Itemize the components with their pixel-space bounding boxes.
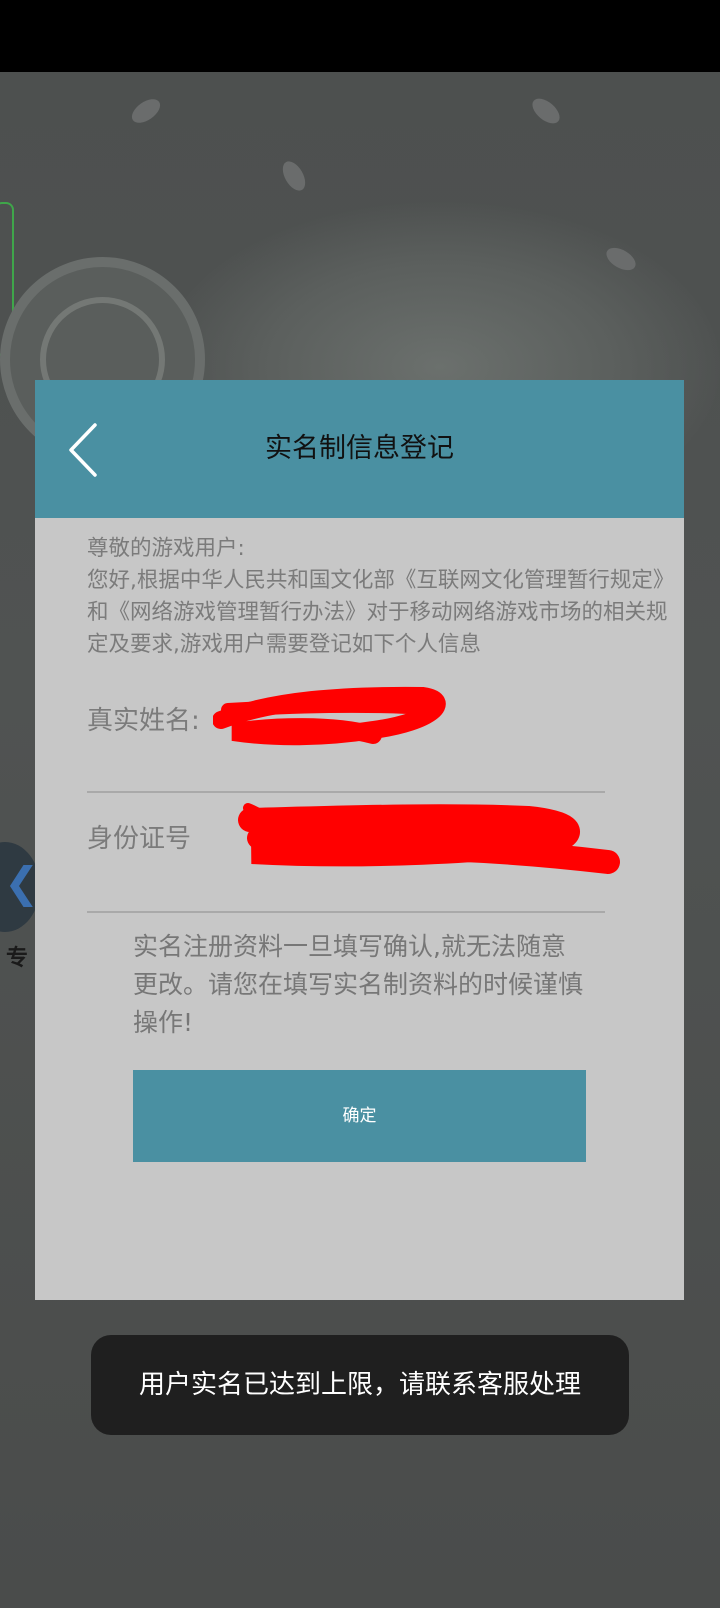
intro-text: 尊敬的游戏用户: 您好,根据中华人民共和国文化部《互联网文化管理暂行规定》和《网… <box>87 533 677 661</box>
background-arrow-icon: ❮ <box>4 858 40 907</box>
name-divider <box>87 791 605 793</box>
intro-body: 您好,根据中华人民共和国文化部《互联网文化管理暂行规定》和《网络游戏管理暂行办法… <box>87 568 675 657</box>
confirm-button[interactable]: 确定 <box>133 1070 586 1162</box>
status-bar <box>0 0 720 72</box>
petal <box>278 157 310 195</box>
dialog-title: 实名制信息登记 <box>265 433 454 464</box>
intro-greeting: 尊敬的游戏用户: <box>87 536 245 561</box>
petal <box>127 94 165 128</box>
background-left-text: 专 <box>6 946 29 971</box>
id-field[interactable] <box>238 800 628 894</box>
id-divider <box>87 911 605 913</box>
id-redaction <box>238 803 620 874</box>
petal <box>527 93 565 129</box>
name-field[interactable] <box>212 680 463 754</box>
dialog-header: 实名制信息登记 <box>35 380 684 518</box>
name-label: 真实姓名: <box>87 706 200 736</box>
toast-message: 用户实名已达到上限，请联系客服处理 <box>91 1335 629 1435</box>
real-name-dialog: 实名制信息登记 尊敬的游戏用户: 您好,根据中华人民共和国文化部《互联网文化管理… <box>35 380 684 1300</box>
notice-text: 实名注册资料一旦填写确认,就无法随意更改。请您在填写实名制资料的时候谨慎操作! <box>133 932 584 1037</box>
back-button[interactable] <box>63 420 113 480</box>
chevron-left-icon <box>69 423 97 477</box>
name-redaction <box>212 686 446 746</box>
id-label: 身份证号 <box>87 824 192 854</box>
